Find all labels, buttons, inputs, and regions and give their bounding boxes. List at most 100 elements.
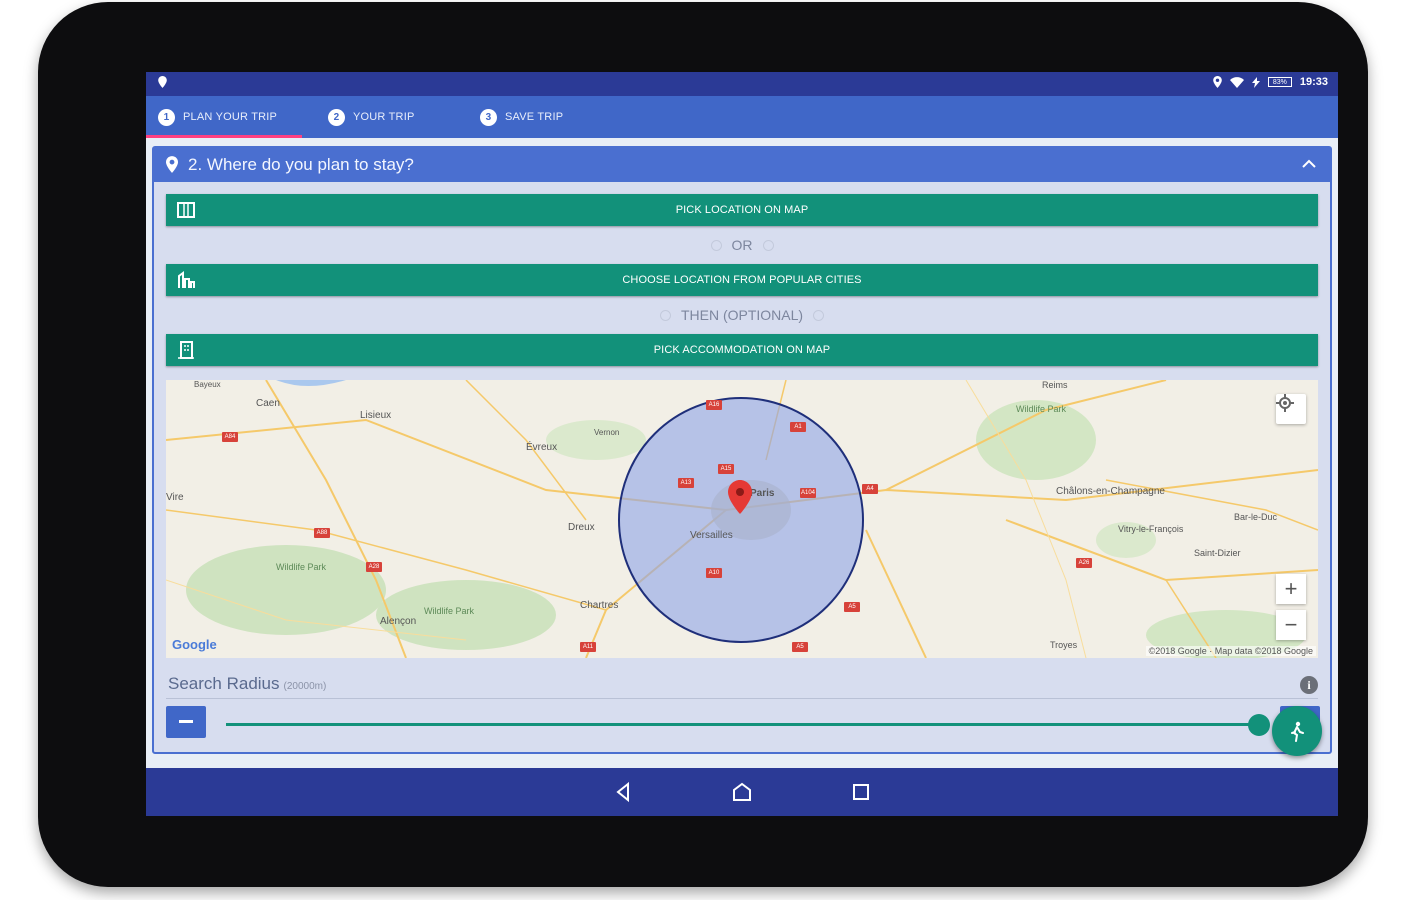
decrease-radius-button[interactable] [166,706,206,738]
my-location-button[interactable] [1276,394,1306,424]
map-label: Évreux [526,442,558,453]
road-shield: A104 [800,488,816,498]
divider-label: OR [731,237,753,253]
minus-icon [179,720,193,723]
walk-icon [1291,721,1304,742]
road-shield: A13 [678,478,694,488]
map-label: Troyes [1050,640,1078,650]
road-shield: A16 [706,400,722,410]
map-background [166,380,1318,658]
then-optional-divider: THEN (OPTIONAL) [154,306,1330,324]
card-title: 2. Where do you plan to stay? [188,155,414,174]
map-label: Paris [750,488,775,499]
home-icon[interactable] [730,780,754,804]
back-icon[interactable] [611,780,635,804]
radius-slider-thumb[interactable] [1248,714,1270,736]
device-screen: 83% 19:33 1 PLAN YOUR TRIP 2 YOUR TRIP 3… [146,72,1338,816]
divider-dot [710,239,722,251]
google-logo: Google [172,637,217,652]
wifi-icon [1229,76,1244,88]
radius-label-text: Search Radius [168,674,280,693]
map-label: Vernon [594,428,620,437]
tab-label: SAVE TRIP [505,111,564,123]
road-shield: A26 [1076,558,1092,568]
pick-location-button[interactable]: PICK LOCATION ON MAP [166,194,1318,226]
search-radius-label: Search Radius (20000m) [168,674,326,694]
radius-divider [166,698,1318,699]
map-label: Saint-Dizier [1194,548,1241,558]
button-label: PICK ACCOMMODATION ON MAP [653,344,831,356]
status-icons: 83% 19:33 [1213,76,1328,88]
info-icon[interactable]: i [1300,676,1318,694]
radius-value: (20000m) [283,681,327,692]
road-shield: A5 [844,602,860,612]
status-bar: 83% 19:33 [146,72,1338,96]
map-label: Chartres [580,600,619,611]
zoom-out-button[interactable]: − [1276,610,1306,640]
map-label: Dreux [568,522,595,533]
map-icon [177,202,195,218]
map-label: Caen [256,398,280,409]
button-label: PICK LOCATION ON MAP [675,204,809,216]
pick-accommodation-button[interactable]: PICK ACCOMMODATION ON MAP [166,334,1318,366]
map-label: Bar-le-Duc [1234,512,1278,522]
accommodation-card: 2. Where do you plan to stay? PICK LOCAT… [152,146,1332,754]
divider-dot [762,239,774,251]
map-label: Châlons-en-Champagne [1056,486,1165,497]
android-nav-bar [146,768,1338,816]
hotel-icon [178,341,194,359]
map-label: Vire [166,492,184,503]
tab-label: PLAN YOUR TRIP [183,111,278,123]
road-shield: A28 [366,562,382,572]
location-pin-icon [158,76,167,88]
step-number-badge: 1 [158,108,175,126]
road-shield: A84 [222,432,238,442]
status-time: 19:33 [1299,76,1328,88]
map-label: Bayeux [194,380,221,389]
road-shield: A11 [580,642,596,652]
map-label: Alençon [380,616,417,627]
map-label: Wildlife Park [276,562,327,572]
road-shield: A88 [314,528,330,538]
zoom-in-button[interactable]: + [1276,574,1306,604]
road-shield: A1 [790,422,806,432]
divider-dot [659,309,671,321]
route-fab[interactable] [1272,706,1322,756]
map-label: Wildlife Park [424,606,475,616]
map-label: Reims [1042,380,1068,390]
tab-your-trip[interactable]: 2 YOUR TRIP [328,96,415,138]
map-label: Lisieux [360,410,392,421]
card-header[interactable]: 2. Where do you plan to stay? [154,148,1330,182]
crosshair-icon [1276,394,1294,412]
map-label: Versailles [690,530,733,541]
charging-icon [1251,76,1260,88]
step-number-badge: 3 [480,108,497,126]
city-icon [178,271,195,288]
map-attribution[interactable]: ©2018 Google · Map data ©2018 Google [1145,646,1316,656]
map-view[interactable]: A84 A88 A28 A16 A1 A15 A13 A104 A10 A4 A… [166,380,1318,658]
tablet-frame: 83% 19:33 1 PLAN YOUR TRIP 2 YOUR TRIP 3… [38,2,1368,887]
road-shield: A15 [718,464,734,474]
radius-slider-track[interactable] [226,723,1260,726]
tab-label: YOUR TRIP [353,111,415,123]
map-label: Wildlife Park [1016,404,1067,414]
divider-label: THEN (OPTIONAL) [680,307,804,323]
battery-icon: 83% [1267,77,1292,87]
button-label: CHOOSE LOCATION FROM POPULAR CITIES [622,274,862,286]
road-shield: A10 [706,568,722,578]
stepper-tabs: 1 PLAN YOUR TRIP 2 YOUR TRIP 3 SAVE TRIP [146,96,1338,138]
road-shield: A5 [792,642,808,652]
tab-save-trip[interactable]: 3 SAVE TRIP [480,96,563,138]
divider-dot [813,309,825,321]
step-number-badge: 2 [328,108,345,126]
choose-popular-city-button[interactable]: CHOOSE LOCATION FROM POPULAR CITIES [166,264,1318,296]
map-label: Vitry-le-François [1118,524,1184,534]
chevron-up-icon[interactable] [1300,155,1318,173]
location-marker-icon[interactable] [728,480,752,514]
location-icon [1213,76,1222,88]
road-shield: A4 [862,484,878,494]
location-pin-icon [166,156,178,173]
recents-icon[interactable] [849,780,873,804]
tab-plan-your-trip[interactable]: 1 PLAN YOUR TRIP [158,96,277,138]
or-divider: OR [154,236,1330,254]
